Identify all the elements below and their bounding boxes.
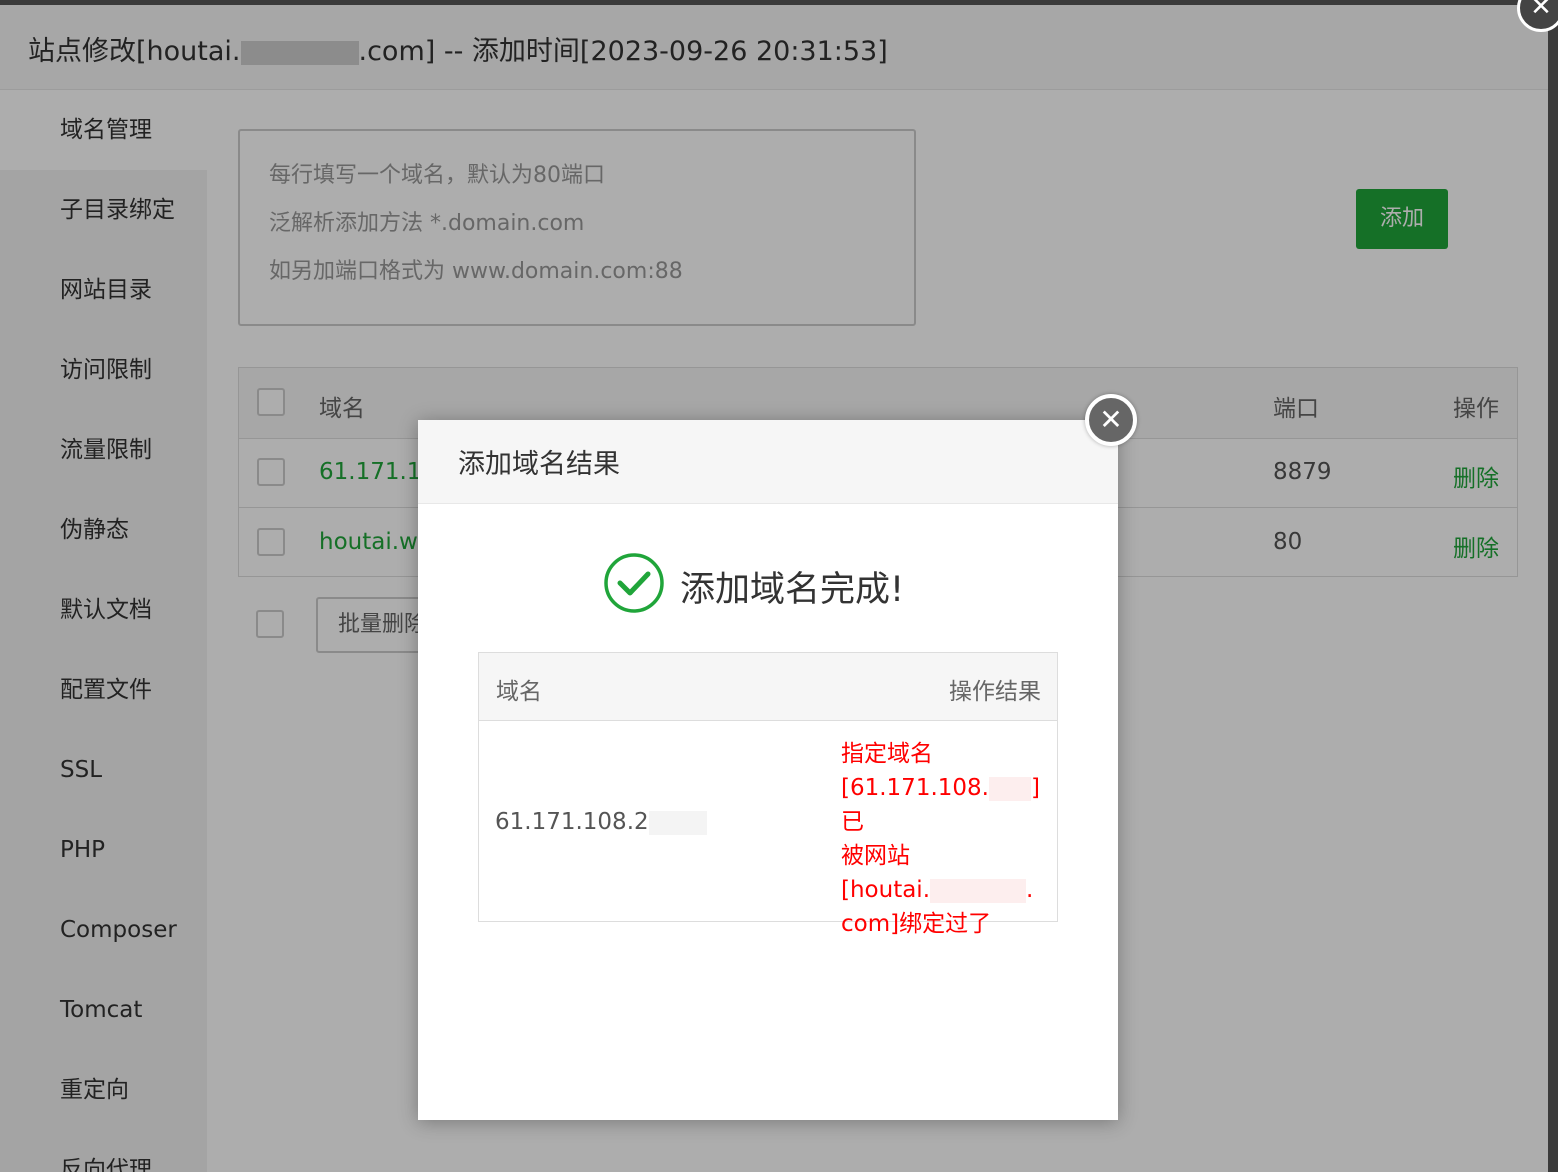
check-circle-icon xyxy=(604,553,664,613)
result-domain: 61.171.108.2 xyxy=(495,809,707,835)
result-column-result: 操作结果 xyxy=(949,679,1041,705)
dialog-title: 添加域名结果 xyxy=(458,449,620,480)
redacted-text xyxy=(648,810,707,835)
redacted-text xyxy=(988,776,1031,801)
result-column-domain: 域名 xyxy=(496,679,542,705)
success-text: 添加域名完成! xyxy=(680,570,905,610)
result-message: 指定域名 [61.171.108.]已 被网站 [houtai.. com]绑定… xyxy=(841,741,1040,937)
redacted-text xyxy=(930,878,1027,903)
result-table: 域名 操作结果 61.171.108.2 指定域名 [61.171.108.]已… xyxy=(478,652,1058,937)
result-table-header: 域名 操作结果 xyxy=(479,653,1057,721)
dialog-header: 添加域名结果 xyxy=(418,420,1118,504)
add-domain-result-dialog: 添加域名结果 添加域名完成! 域名 操作结果 61.171.108.2 指定域名… xyxy=(418,420,1118,1120)
dialog-close-icon[interactable]: ✕ xyxy=(1085,394,1137,446)
